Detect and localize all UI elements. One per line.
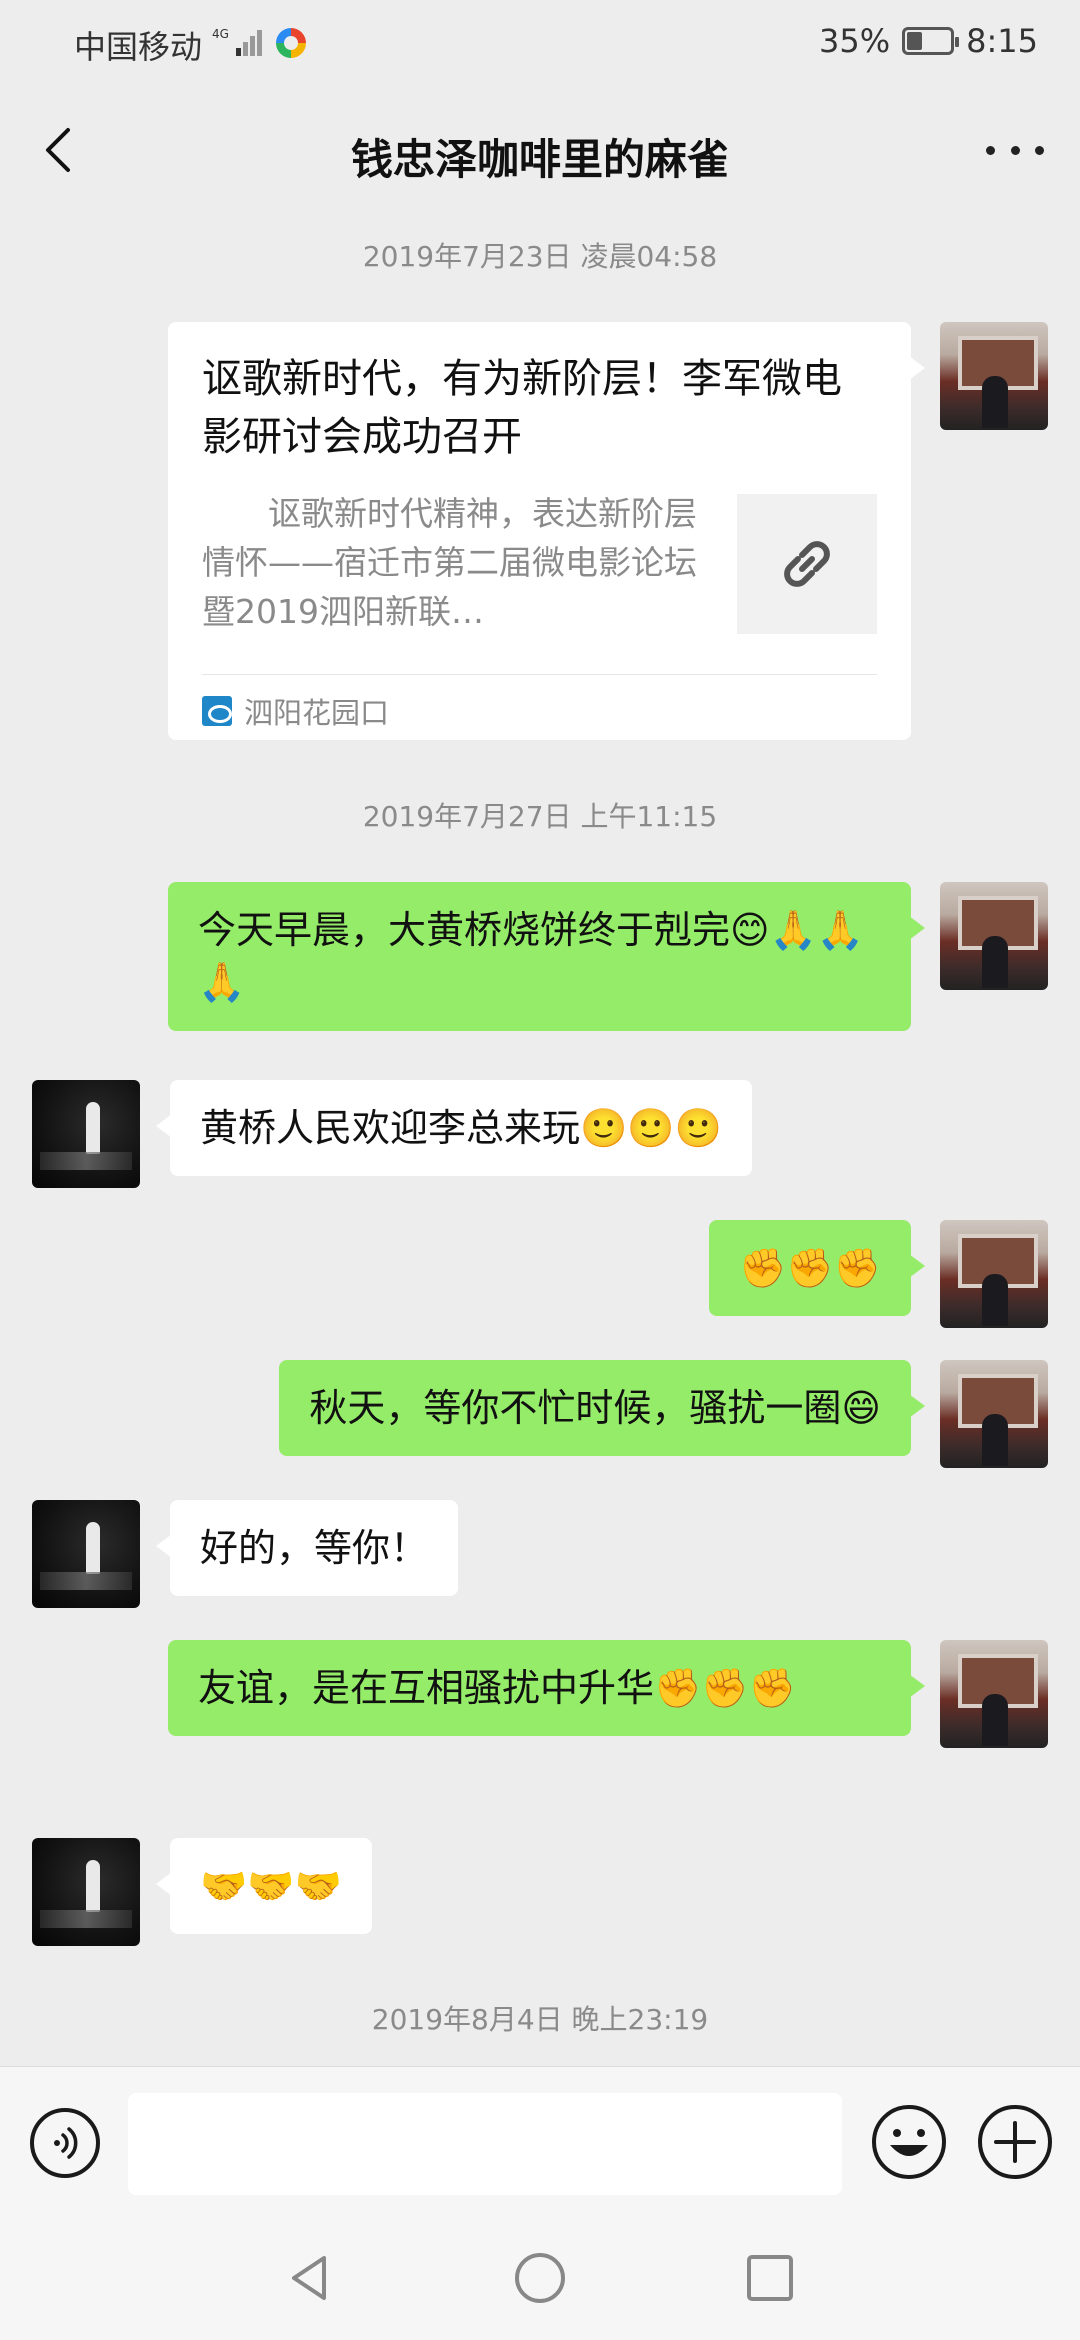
link-card-title: 讴歌新时代，有为新阶层！李军微电影研讨会成功召开: [202, 356, 842, 460]
contact-avatar[interactable]: [32, 1500, 140, 1608]
timestamp: 2019年8月4日 晚上23:19: [371, 2003, 709, 2036]
source-logo-icon: [202, 696, 232, 726]
my-avatar[interactable]: [940, 1220, 1048, 1328]
nav-back-icon[interactable]: [280, 2248, 340, 2308]
my-avatar[interactable]: [940, 1360, 1048, 1468]
contact-avatar[interactable]: [32, 1838, 140, 1946]
link-card-thumbnail: [737, 494, 877, 634]
emoji-icon[interactable]: [870, 2103, 948, 2181]
plus-icon[interactable]: [976, 2103, 1054, 2181]
link-card-message[interactable]: 讴歌新时代，有为新阶层！李军微电影研讨会成功召开 讴歌新时代精神，表达新阶层情怀…: [168, 322, 925, 740]
more-dots-icon[interactable]: [980, 130, 1050, 170]
battery-icon: [902, 27, 960, 55]
chat-title: 钱忠泽咖啡里的麻雀: [350, 135, 729, 184]
timestamp: 2019年7月23日 凌晨04:58: [362, 240, 718, 273]
message-bubble-received[interactable]: 🤝🤝🤝: [156, 1838, 372, 1935]
battery-percent: 35%: [819, 22, 891, 60]
link-card-description: 讴歌新时代精神，表达新阶层情怀——宿迁市第二届微电影论坛暨2019泗阳新联…: [202, 494, 697, 631]
my-avatar[interactable]: [940, 322, 1048, 430]
link-card-source: 泗阳花园口: [202, 690, 389, 732]
link-card-divider: [202, 674, 877, 675]
carrier-label: 中国移动: [74, 28, 203, 66]
status-right: 35% 8:15: [819, 22, 1038, 60]
link-card-source-name: 泗阳花园口: [244, 696, 390, 730]
my-avatar[interactable]: [940, 882, 1048, 990]
link-icon: [784, 541, 830, 587]
message-input-bar: [0, 2066, 1080, 2218]
chat-header: 钱忠泽咖啡里的麻雀: [0, 90, 1080, 220]
message-bubble-received[interactable]: 好的，等你！: [155, 1500, 459, 1597]
message-bubble-received[interactable]: 黄桥人民欢迎李总来玩🙂🙂🙂: [156, 1080, 752, 1177]
clock: 8:15: [966, 22, 1038, 60]
message-bubble-sent[interactable]: 今天早晨，大黄桥烧饼终于剋完😊🙏🙏🙏: [168, 882, 925, 1031]
message-bubble-sent[interactable]: 秋天，等你不忙时候，骚扰一圈😄: [279, 1360, 925, 1457]
signal-icon: 4G: [212, 27, 262, 56]
battery-level: [907, 32, 922, 50]
system-nav-bar: [0, 2218, 1080, 2340]
app-notification-icon: [276, 28, 306, 58]
network-label: 4G: [212, 27, 229, 41]
message-input[interactable]: [128, 2093, 842, 2195]
message-bubble-sent[interactable]: ✊✊✊: [709, 1220, 925, 1317]
contact-avatar[interactable]: [32, 1080, 140, 1188]
timestamp: 2019年7月27日 上午11:15: [362, 800, 718, 833]
voice-icon[interactable]: [30, 2108, 100, 2178]
message-bubble-sent[interactable]: 友谊，是在互相骚扰中升华✊✊✊: [168, 1640, 925, 1737]
nav-home-icon[interactable]: [510, 2248, 570, 2308]
my-avatar[interactable]: [940, 1640, 1048, 1748]
nav-recents-icon[interactable]: [740, 2248, 800, 2308]
status-bar: 中国移动 4G 35% 8:15: [0, 0, 1080, 90]
